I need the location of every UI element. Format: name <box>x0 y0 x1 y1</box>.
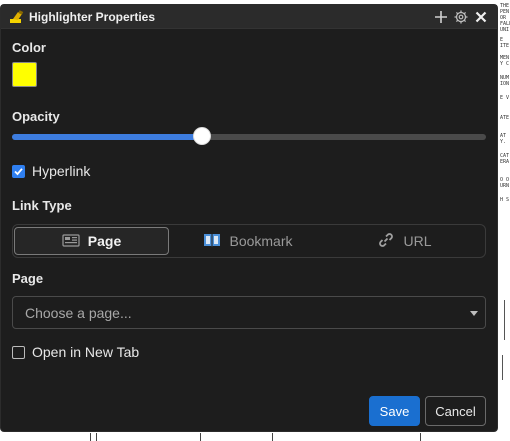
highlighter-properties-dialog: Highlighter Properties Color Opacity Hyp… <box>0 4 498 432</box>
hyperlink-checkbox[interactable] <box>12 165 25 178</box>
dialog-title: Highlighter Properties <box>29 10 156 24</box>
link-type-page-label: Page <box>87 233 122 249</box>
plus-icon[interactable] <box>433 9 449 25</box>
bookmark-icon <box>203 232 221 251</box>
close-icon[interactable] <box>473 9 489 25</box>
color-label: Color <box>12 40 46 55</box>
link-type-label: Link Type <box>12 198 72 213</box>
color-swatch[interactable] <box>12 62 37 87</box>
background-document: THEPENOR FALLUNIE ITEMENY C NUMIONE V AT… <box>498 0 510 441</box>
cancel-button[interactable]: Cancel <box>425 396 486 426</box>
dialog-titlebar[interactable]: Highlighter Properties <box>1 5 497 29</box>
link-type-bookmark-button[interactable]: Bookmark <box>173 227 323 255</box>
link-type-url-label: URL <box>403 233 432 249</box>
hyperlink-label[interactable]: Hyperlink <box>32 163 90 179</box>
page-select[interactable]: Choose a page... <box>12 296 486 329</box>
link-type-page-button[interactable]: Page <box>14 227 169 255</box>
link-type-bookmark-label: Bookmark <box>229 233 293 249</box>
highlighter-icon <box>9 10 25 24</box>
gear-icon[interactable] <box>453 9 469 25</box>
chevron-down-icon <box>470 311 478 316</box>
page-label: Page <box>12 271 44 286</box>
link-type-segmented-control: Page Bookmark URL <box>12 224 486 258</box>
save-button[interactable]: Save <box>369 396 420 426</box>
opacity-slider-thumb[interactable] <box>193 127 211 145</box>
open-new-tab-checkbox[interactable] <box>12 346 25 359</box>
background-document-footer <box>0 432 510 441</box>
page-icon <box>62 232 80 251</box>
page-select-placeholder: Choose a page... <box>25 305 132 321</box>
open-new-tab-label[interactable]: Open in New Tab <box>32 344 139 360</box>
opacity-label: Opacity <box>12 109 60 124</box>
opacity-slider-fill <box>12 134 202 140</box>
opacity-slider-track[interactable] <box>12 134 486 140</box>
link-icon <box>377 232 395 251</box>
link-type-url-button[interactable]: URL <box>327 227 482 255</box>
